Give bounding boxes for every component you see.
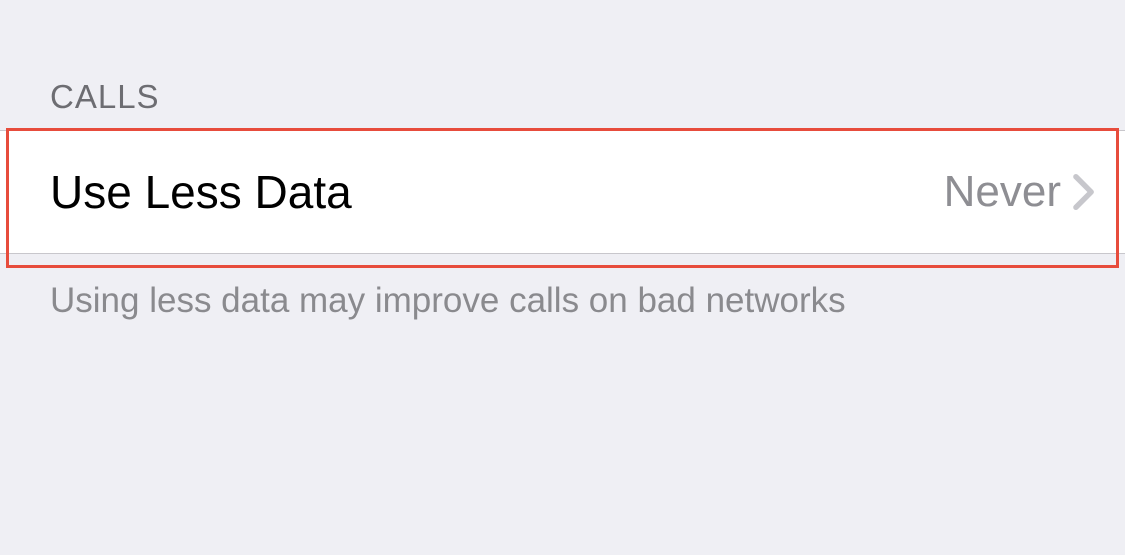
section-header-calls: CALLS <box>0 0 1125 130</box>
row-value: Never <box>944 167 1061 217</box>
chevron-right-icon <box>1073 174 1095 210</box>
row-value-group: Never <box>944 167 1095 217</box>
settings-container: CALLS Use Less Data Never Using less dat… <box>0 0 1125 555</box>
use-less-data-row[interactable]: Use Less Data Never <box>0 130 1125 254</box>
settings-row-wrapper: Use Less Data Never <box>0 130 1125 254</box>
row-label: Use Less Data <box>50 165 352 219</box>
section-footer: Using less data may improve calls on bad… <box>0 254 1125 324</box>
